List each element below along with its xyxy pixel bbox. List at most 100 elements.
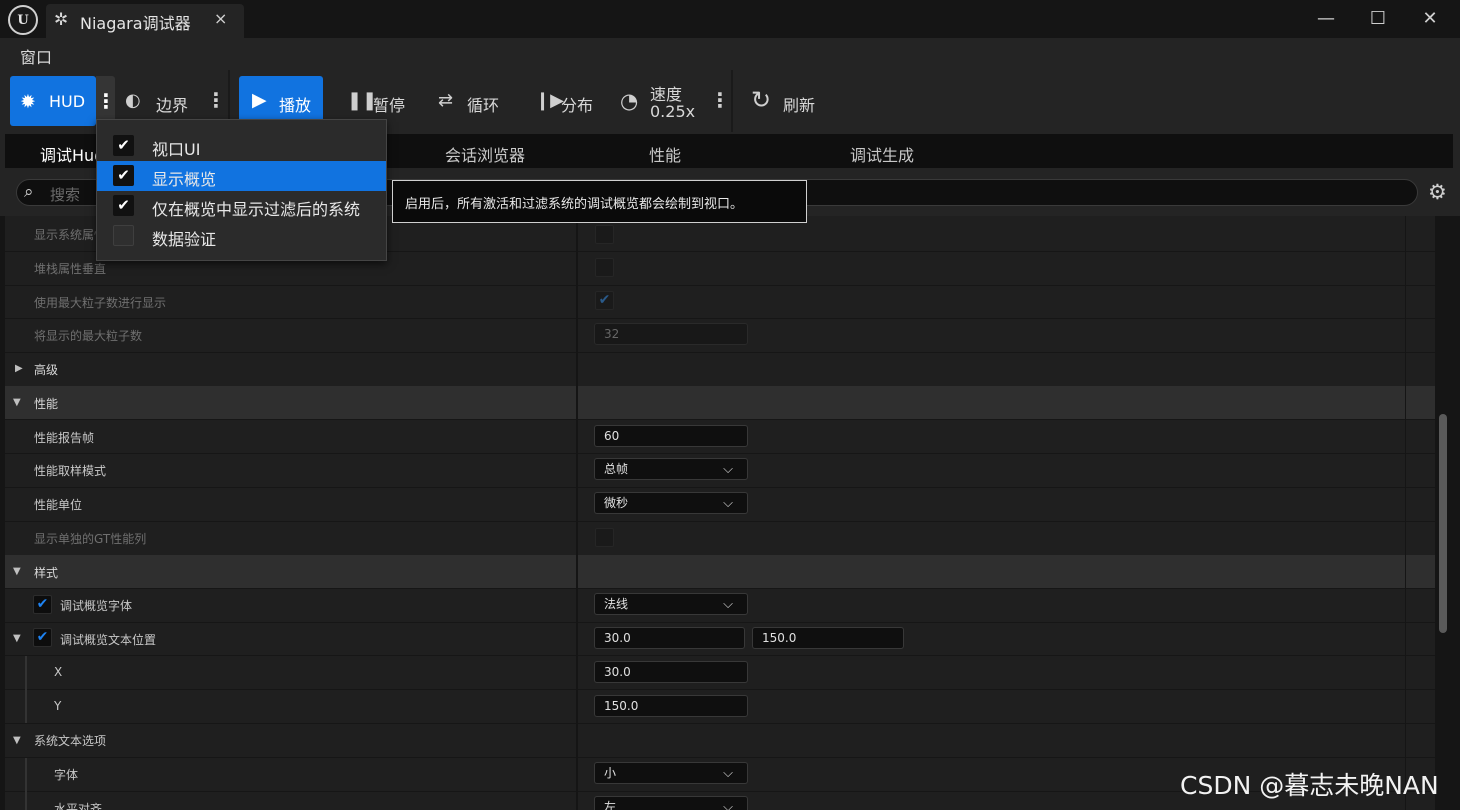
category-row[interactable] (5, 386, 1435, 420)
tab-debug-spawn[interactable]: 调试生成 (850, 142, 914, 166)
menu-item-label: 仅在概览中显示过滤后的系统 (152, 200, 361, 219)
niagara-icon: ✲ (54, 10, 69, 30)
category-label: 性能 (34, 397, 59, 411)
refresh-icon: ↻ (751, 86, 772, 114)
property-checkbox[interactable] (595, 528, 614, 547)
property-checkbox[interactable] (595, 258, 614, 277)
category-row[interactable] (5, 353, 1435, 387)
overview-font-combo[interactable]: 法线 ⌵ (594, 593, 748, 615)
search-icon: ⌕ (24, 182, 34, 202)
h-align-combo[interactable]: 左 ⌵ (594, 796, 748, 810)
gear-icon[interactable]: ⚙ (1428, 180, 1447, 204)
collapse-down-icon[interactable]: ▼ (13, 566, 21, 577)
distribute-button[interactable]: 分布 (561, 92, 593, 116)
menu-item-show-overview[interactable] (97, 161, 386, 191)
property-label: 调试概览字体 (60, 599, 133, 613)
collapse-down-icon[interactable]: ▼ (13, 633, 21, 644)
property-label: 字体 (54, 768, 79, 782)
font-combo[interactable]: 小 ⌵ (594, 762, 748, 784)
overview-font-checkbox[interactable]: ✔ (33, 595, 52, 614)
combo-value: 小 (604, 766, 617, 780)
property-label: Y (54, 699, 62, 713)
loop-icon: ⇄ (438, 90, 454, 111)
x-field[interactable]: 30.0 (594, 661, 748, 683)
checkbox-checked-icon[interactable]: ✔ (113, 135, 134, 156)
property-checkbox-checked[interactable]: ✔ (595, 291, 614, 310)
speed-gauge-icon: ◔ (620, 89, 639, 113)
combo-value: 微秒 (604, 496, 629, 510)
checkbox-unchecked-icon[interactable] (113, 225, 134, 246)
menu-item-viewport-ui[interactable] (97, 131, 386, 161)
refresh-button[interactable]: 刷新 (783, 92, 815, 116)
property-label: 使用最大粒子数进行显示 (34, 296, 167, 310)
pause-button[interactable]: 暂停 (373, 92, 405, 116)
loop-button[interactable]: 循环 (467, 92, 499, 116)
minimize-button[interactable]: — (1310, 6, 1342, 32)
property-label: 将显示的最大粒子数 (34, 329, 143, 343)
close-tab-icon[interactable]: × (214, 9, 227, 28)
chevron-down-icon: ⌵ (723, 462, 733, 477)
play-icon: ▶ (252, 89, 267, 111)
chevron-down-icon: ⌵ (723, 766, 733, 781)
property-label: 堆栈属性垂直 (34, 262, 107, 276)
pos-x-field[interactable]: 30.0 (594, 627, 745, 649)
combo-value: 法线 (604, 597, 629, 611)
collapse-down-icon[interactable]: ▼ (13, 735, 21, 746)
column-divider (1405, 216, 1406, 810)
property-label: 调试概览文本位置 (60, 633, 157, 647)
menu-item-label: 视口UI (152, 140, 201, 159)
category-row[interactable] (5, 555, 1435, 589)
menu-item-label: 显示概览 (152, 170, 217, 189)
perf-unit-combo[interactable]: 微秒 ⌵ (594, 492, 748, 514)
property-row (5, 522, 1435, 556)
tab-debug-hud[interactable]: 调试Hud (40, 142, 104, 166)
property-checkbox[interactable] (595, 225, 614, 244)
collapse-down-icon[interactable]: ▼ (13, 397, 21, 408)
tab-performance[interactable]: 性能 (649, 142, 681, 166)
combo-value: 总帧 (604, 462, 629, 476)
watermark: CSDN @暮志未晚NAN (1180, 771, 1439, 800)
menu-window[interactable]: 窗口 (20, 44, 52, 68)
play-label: 播放 (279, 96, 312, 115)
checkbox-checked-icon[interactable]: ✔ (113, 165, 134, 186)
maximize-button[interactable]: ☐ (1362, 6, 1394, 32)
tab-session-browser[interactable]: 会话浏览器 (445, 142, 525, 166)
chevron-down-icon: ⌵ (723, 597, 733, 612)
perf-report-frames-field[interactable]: 60 (594, 425, 748, 447)
vertical-scrollbar[interactable] (1439, 414, 1447, 633)
speed-options-button[interactable]: ⋮ (710, 88, 730, 112)
property-label: 水平对齐 (54, 802, 103, 810)
property-label: 显示单独的GT性能列 (34, 532, 147, 546)
property-label: 性能单位 (34, 498, 83, 512)
chevron-down-icon: ⌵ (723, 800, 733, 810)
close-window-button[interactable]: ✕ (1414, 6, 1446, 32)
speed-value: 0.25x (650, 102, 696, 121)
max-particles-field[interactable]: 32 (594, 323, 748, 345)
property-label: 系统文本选项 (34, 734, 107, 748)
step-icon: ❙▶ (535, 90, 564, 111)
property-label: 性能报告帧 (34, 431, 95, 445)
expand-right-icon[interactable]: ▶ (15, 363, 23, 374)
combo-value: 左 (604, 800, 617, 810)
checkbox-checked-icon[interactable]: ✔ (113, 195, 134, 216)
property-label: 性能取样模式 (34, 464, 107, 478)
toolbar-separator (731, 70, 733, 132)
y-field[interactable]: 150.0 (594, 695, 748, 717)
menu-item-label: 数据验证 (152, 230, 217, 249)
overview-text-pos-checkbox[interactable]: ✔ (33, 628, 52, 647)
hud-label: HUD (49, 92, 86, 111)
property-row (5, 285, 1435, 319)
chevron-down-icon: ⌵ (723, 496, 733, 511)
bounds-options-button[interactable]: ⋮ (206, 88, 226, 112)
perf-sample-mode-combo[interactable]: 总帧 ⌵ (594, 458, 748, 480)
column-divider[interactable] (576, 216, 578, 810)
menu-bar (0, 38, 1460, 70)
menu-item-data-validation[interactable] (97, 221, 386, 251)
pos-y-field[interactable]: 150.0 (752, 627, 904, 649)
bounds-icon: ◐ (125, 90, 141, 111)
search-placeholder: 搜索 (50, 186, 81, 204)
bounds-button[interactable]: 边界 (156, 92, 188, 116)
indent-guide (25, 758, 27, 810)
property-row (5, 724, 1435, 758)
hud-sun-icon: ✹ (20, 91, 36, 113)
